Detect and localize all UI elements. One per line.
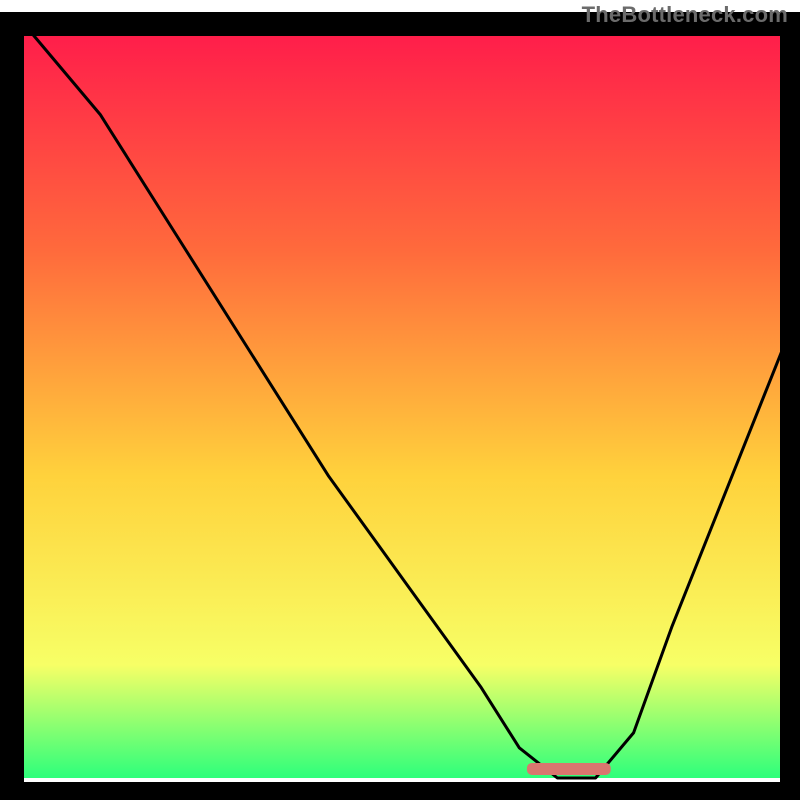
bottleneck-chart: [0, 0, 800, 800]
chart-container: TheBottleneck.com: [0, 0, 800, 800]
optimal-range-marker: [527, 763, 611, 775]
plot-background: [24, 24, 786, 778]
watermark-text: TheBottleneck.com: [582, 2, 788, 28]
